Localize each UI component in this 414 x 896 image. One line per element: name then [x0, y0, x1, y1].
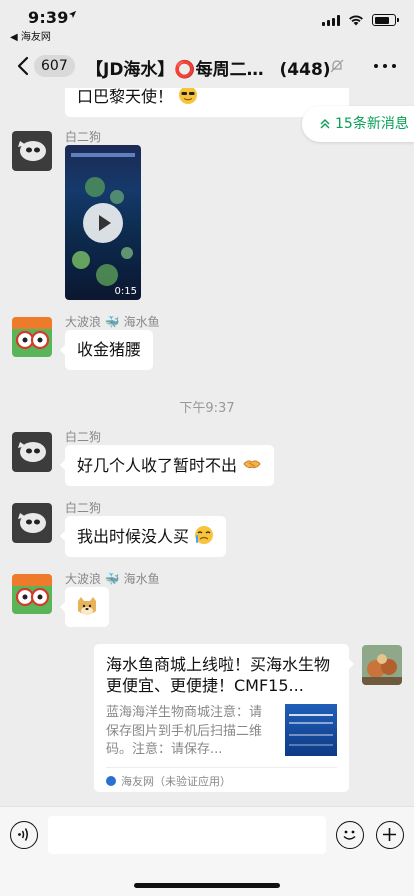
handshake-emoji-icon: [243, 460, 261, 469]
message-input[interactable]: [48, 816, 326, 854]
message-text: 好几个人收了暂时不出: [77, 456, 238, 475]
status-icons: [322, 14, 399, 26]
chat-title[interactable]: 【JD海水】⭕每周二… (448): [86, 55, 336, 80]
link-thumbnail: [285, 704, 337, 756]
sender-name: 大波浪 🐳 海水鱼: [65, 315, 160, 329]
sender-name: 白二狗: [65, 430, 102, 444]
emoji-button[interactable]: [336, 821, 364, 849]
user-avatar-image: [12, 432, 52, 472]
battery-level: [374, 16, 389, 24]
user-avatar-image: [12, 317, 52, 357]
message-text: 收金猪腰: [77, 340, 142, 359]
avatar[interactable]: [12, 432, 52, 472]
app-source-icon: [106, 776, 116, 786]
user-avatar-image: [12, 503, 52, 543]
plus-icon: [383, 828, 396, 841]
status-time: 9:39: [28, 8, 69, 27]
link-source-label: 海友网（未验证应用）: [121, 775, 231, 788]
new-messages-button[interactable]: 15条新消息: [302, 106, 414, 142]
divider: [106, 767, 337, 768]
input-bar: [0, 806, 414, 896]
avatar[interactable]: [12, 131, 52, 171]
more-options-icon[interactable]: [374, 58, 396, 74]
home-indicator: [134, 883, 280, 888]
voice-wave-icon: [18, 828, 28, 841]
sender-name: 白二狗: [65, 130, 102, 144]
my-avatar[interactable]: [362, 645, 402, 685]
link-description: 蓝海海洋生物商城注意：请保存图片到手机后扫描二维码。注意：请保存...: [106, 705, 263, 757]
message-timestamp: 下午9:37: [179, 401, 235, 416]
message-text: 我出时候没人买: [77, 527, 190, 546]
avatar[interactable]: [12, 503, 52, 543]
sender-name: 大波浪 🐳 海水鱼: [65, 572, 160, 586]
chat-message-list[interactable]: 口巴黎天使！ 15条新消息 白二狗 0:15 大波浪 🐳 海水鱼 收金猪腰 下午…: [0, 88, 414, 806]
cellular-signal-icon: [322, 14, 340, 26]
play-button-icon[interactable]: [83, 203, 123, 243]
user-avatar-image: [362, 645, 402, 685]
link-source: 海友网（未验证应用）: [106, 773, 231, 789]
mute-bell-icon: [330, 59, 344, 73]
user-avatar-image: [12, 574, 52, 614]
avatar[interactable]: [12, 317, 52, 357]
group-name: 【JD海水】⭕每周二…: [86, 60, 264, 80]
double-chevron-up-icon: [320, 119, 330, 129]
more-actions-button[interactable]: [376, 821, 404, 849]
location-arrow-icon: [68, 10, 77, 19]
link-card-message[interactable]: 海水鱼商城上线啦！买海水生物更便宜、更便捷！CMF15... 蓝海海洋生物商城注…: [94, 644, 354, 792]
voice-input-button[interactable]: [10, 821, 38, 849]
avatar[interactable]: [12, 574, 52, 614]
back-to-app-link[interactable]: ◀ 海友网: [10, 28, 51, 43]
sticker-bubble[interactable]: [60, 587, 109, 627]
member-count: (448): [279, 60, 331, 80]
cool-face-emoji-icon: [179, 88, 198, 104]
message-bubble[interactable]: 收金猪腰: [59, 330, 154, 370]
status-bar: 9:39 ◀ 海友网: [0, 0, 414, 44]
message-bubble[interactable]: 好几个人收了暂时不出: [59, 445, 275, 486]
wifi-icon: [349, 15, 363, 26]
user-avatar-image: [12, 131, 52, 171]
message-text: 口巴黎天使！: [77, 88, 174, 106]
new-messages-label: 15条新消息: [335, 116, 409, 132]
chat-header: 607 【JD海水】⭕每周二… (448): [0, 44, 414, 88]
battery-icon: [372, 14, 399, 26]
message-bubble[interactable]: 我出时候没人买: [59, 516, 227, 557]
sender-name: 白二狗: [65, 501, 102, 515]
crying-face-emoji-icon: [195, 526, 214, 544]
doge-sticker-icon: [78, 597, 96, 615]
back-chevron-icon[interactable]: [14, 54, 36, 78]
video-message[interactable]: 0:15: [65, 145, 141, 300]
unread-count-badge[interactable]: 607: [34, 55, 75, 77]
link-title: 海水鱼商城上线啦！买海水生物更便宜、更便捷！CMF15...: [106, 655, 331, 695]
video-duration: 0:15: [114, 286, 137, 297]
smiley-icon: [343, 830, 356, 840]
